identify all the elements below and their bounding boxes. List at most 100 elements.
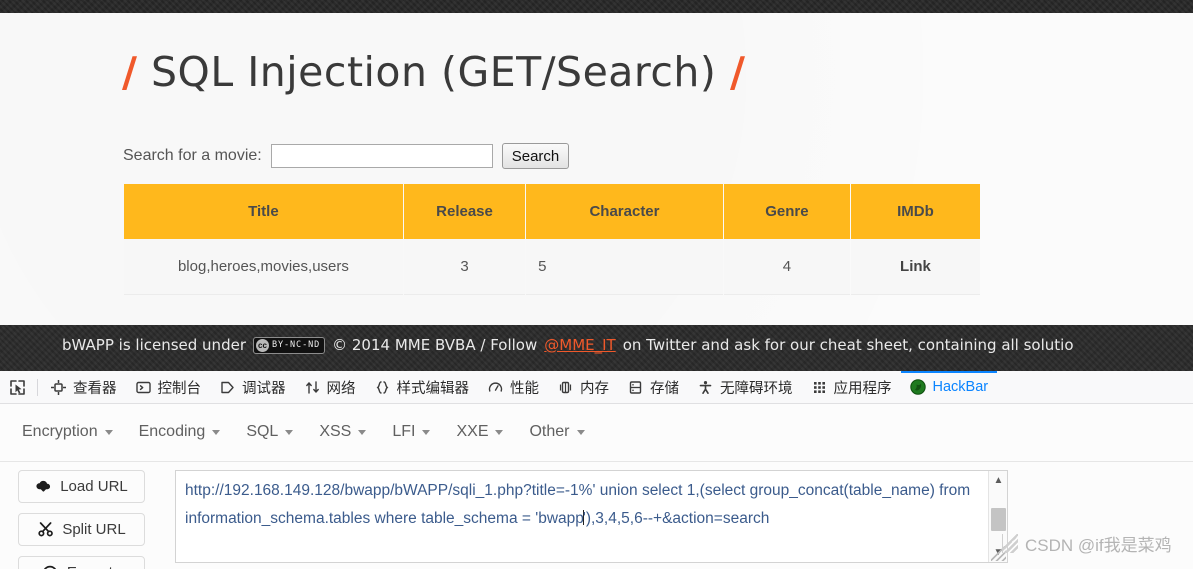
menu-encryption[interactable]: Encryption [12,416,123,448]
load-url-label: Load URL [60,478,128,495]
tab-storage[interactable]: 存储 [618,371,688,404]
menu-lfi[interactable]: LFI [382,416,441,448]
split-url-button[interactable]: Split URL [18,513,145,546]
scrollbar-thumb[interactable] [991,508,1006,531]
menu-xss[interactable]: XSS [309,416,377,448]
tab-debugger[interactable]: 调试器 [210,371,295,404]
watermark: CSDN @if我是菜鸡 [1002,531,1172,556]
tab-performance[interactable]: 性能 [478,371,548,404]
cloud-download-icon [35,478,52,495]
scissors-icon [37,521,54,538]
load-url-button[interactable]: Load URL [18,470,145,503]
hackbar-action-buttons: Load URL Split URL [18,470,145,569]
chevron-down-icon [358,429,367,435]
footer-copyright-text: © 2014 MME BVBA / Follow [332,336,538,354]
cc-logo-icon: cc [255,338,269,352]
tab-hackbar[interactable]: HackBar [901,371,998,404]
menu-other[interactable]: Other [519,416,595,448]
screenshot-root: / SQL Injection (GET/Search) / Search fo… [0,0,1193,569]
tab-network[interactable]: 网络 [295,371,365,404]
bwapp-page: / SQL Injection (GET/Search) / Search fo… [0,13,1193,325]
watermark-text: CSDN @if我是菜鸡 [1025,536,1172,555]
watermark-mark-icon [1002,534,1018,553]
tab-network-label: 网络 [326,380,356,397]
footer-tail-text: on Twitter and ask for our cheat sheet, … [622,336,1074,354]
cell-imdb-link[interactable]: Link [850,239,980,295]
title-slash-right: / [729,48,746,96]
tab-console[interactable]: 控制台 [126,371,211,404]
hackbar-divider [0,461,1193,462]
execute-icon [42,564,59,569]
column-header-release: Release [403,184,526,239]
tab-application[interactable]: 应用程序 [802,371,901,404]
menu-encryption-label: Encryption [22,423,98,440]
page-title: / SQL Injection (GET/Search) / [122,48,745,96]
tab-inspector-label: 查看器 [73,380,117,397]
search-form: Search for a movie: Search [123,143,570,169]
menu-sql[interactable]: SQL [236,416,304,448]
search-input[interactable] [270,144,493,168]
cell-genre: 4 [723,239,850,295]
search-label: Search for a movie: [123,147,262,164]
tab-memory[interactable]: 内存 [548,371,618,404]
tab-accessibility[interactable]: 无障碍环境 [688,371,802,404]
tab-style-editor[interactable]: 样式编辑器 [365,371,479,404]
tab-style-editor-label: 样式编辑器 [396,380,470,397]
menu-xxe[interactable]: XXE [446,416,514,448]
url-text-part2: '),3,4,5,6--+&action=search [582,510,770,527]
site-footer: bWAPP is licensed under cc BY-NC-ND © 20… [0,325,1193,371]
menu-lfi-label: LFI [392,423,416,440]
search-button[interactable]: Search [501,143,570,169]
url-textarea[interactable]: http://192.168.149.128/bwapp/bWAPP/sqli_… [175,470,1008,563]
element-picker-icon[interactable] [0,371,34,404]
tab-storage-label: 存储 [650,380,679,397]
menu-xxe-label: XXE [456,423,489,440]
results-table: Title Release Character Genre IMDb blog,… [123,184,981,295]
chevron-down-icon [285,429,294,435]
chevron-down-icon [104,429,113,435]
console-icon [135,379,152,396]
hackbar-menubar: Encryption Encoding SQL XSS LFI XXE Othe… [12,413,595,451]
cc-terms-label: BY-NC-ND [271,340,321,350]
column-header-title: Title [124,184,403,239]
table-row: blog,heroes,movies,users 3 5 4 Link [124,239,980,295]
tab-debugger-label: 调试器 [242,380,286,397]
tab-memory-label: 内存 [580,380,609,397]
cell-character: 5 [526,239,723,295]
tab-hackbar-label: HackBar [932,379,989,395]
scroll-up-icon[interactable]: ▲ [989,471,1007,490]
table-header-row: Title Release Character Genre IMDb [124,184,980,239]
chevron-down-icon [212,429,221,435]
chevron-down-icon [495,429,504,435]
split-url-label: Split URL [62,521,126,538]
accessibility-icon [697,379,714,396]
memory-icon [557,379,574,396]
menu-encoding[interactable]: Encoding [128,416,231,448]
network-icon [304,379,321,396]
url-text-part1: http://192.168.149.128/bwapp/bWAPP/sqli_… [185,482,975,527]
url-textarea-value: http://192.168.149.128/bwapp/bWAPP/sqli_… [185,477,977,533]
cell-title: blog,heroes,movies,users [124,239,403,295]
creative-commons-badge: cc BY-NC-ND [252,336,326,354]
tab-console-label: 控制台 [157,380,202,397]
tab-inspector[interactable]: 查看器 [41,371,126,404]
execute-label: Execute [67,564,121,569]
tab-performance-label: 性能 [510,380,539,397]
column-header-character: Character [526,184,723,239]
tab-application-label: 应用程序 [833,380,892,397]
hackbar-icon [910,379,927,396]
tab-accessibility-label: 无障碍环境 [720,380,793,397]
execute-button[interactable]: Execute [18,556,145,569]
twitter-handle-link[interactable]: @MME_IT [544,336,615,354]
debugger-icon [219,379,236,396]
cell-release: 3 [403,239,526,295]
storage-icon [627,379,644,396]
chevron-down-icon [422,429,431,435]
footer-license-text: bWAPP is licensed under [62,336,246,354]
chevron-down-icon [576,429,585,435]
menu-encoding-label: Encoding [138,423,206,440]
title-slash-left: / [122,48,138,96]
menu-sql-label: SQL [246,423,279,440]
menu-xss-label: XSS [319,423,352,440]
menu-other-label: Other [529,423,570,440]
